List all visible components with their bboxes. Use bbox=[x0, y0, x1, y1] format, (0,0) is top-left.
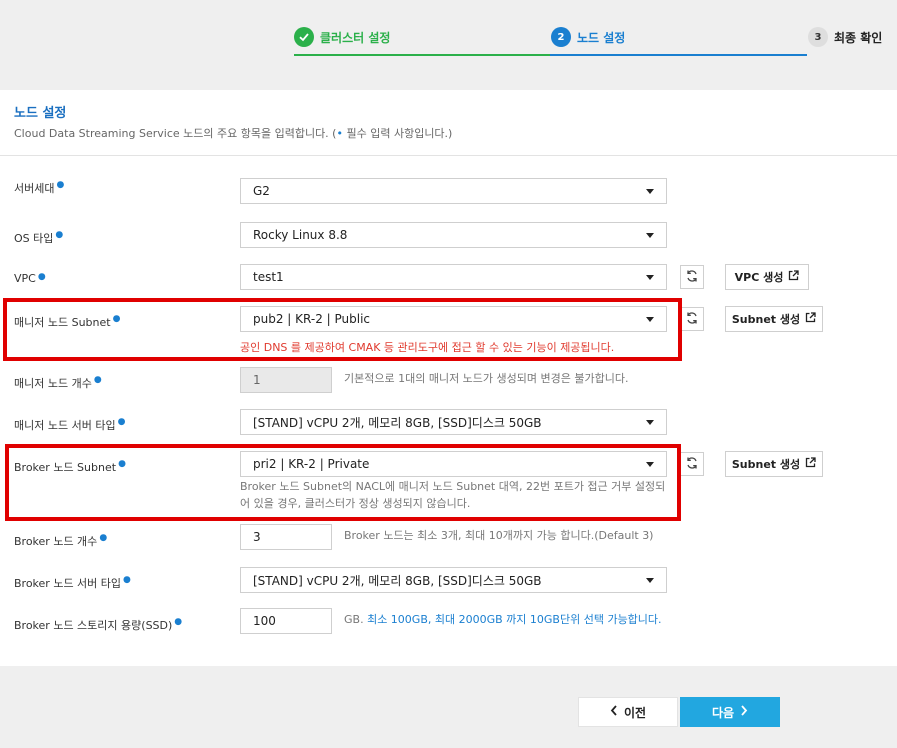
select-value: test1 bbox=[253, 270, 284, 284]
manager-count-input: 1 bbox=[240, 367, 332, 393]
caret-down-icon bbox=[646, 419, 654, 425]
manager-count-label: 매니저 노드 개수 ● bbox=[14, 375, 102, 391]
step-label: 클러스터 설정 bbox=[320, 30, 391, 45]
step-progress-done bbox=[294, 54, 550, 56]
caret-down-icon bbox=[646, 188, 654, 194]
select-value: Rocky Linux 8.8 bbox=[253, 228, 348, 242]
divider bbox=[0, 155, 897, 156]
step-cluster-settings: 클러스터 설정 bbox=[294, 27, 390, 47]
label-text: 서버세대 bbox=[14, 182, 55, 195]
caret-down-icon bbox=[646, 232, 654, 238]
os-type-select[interactable]: Rocky Linux 8.8 bbox=[240, 222, 667, 248]
check-icon bbox=[294, 27, 314, 47]
button-label: 이전 bbox=[623, 705, 647, 720]
note-range: 최소 100GB, 최대 2000GB 까지 10GB단위 선택 가능합니다. bbox=[363, 613, 662, 626]
vpc-create-button[interactable]: VPC 생성 bbox=[725, 264, 809, 290]
button-label: VPC 생성 bbox=[734, 271, 784, 284]
broker-count-note: Broker 노드는 최소 3개, 최대 10개까지 가능 합니다.(Defau… bbox=[344, 529, 654, 542]
select-value: G2 bbox=[253, 184, 270, 198]
button-label: Subnet 생성 bbox=[731, 313, 801, 326]
step-number: 3 bbox=[808, 27, 828, 47]
note-unit: GB. bbox=[344, 613, 364, 626]
label-text: OS 타입 bbox=[14, 232, 54, 245]
external-link-icon bbox=[788, 270, 800, 284]
external-link-icon bbox=[805, 312, 816, 326]
manager-server-type-select[interactable]: [STAND] vCPU 2개, 메모리 8GB, [SSD]디스크 50GB bbox=[240, 409, 667, 435]
chevron-right-icon bbox=[740, 705, 748, 719]
required-dot-icon: ● bbox=[56, 180, 65, 190]
highlight-box-broker-subnet bbox=[5, 444, 681, 521]
step-label: 최종 확인 bbox=[834, 30, 883, 45]
manager-count-note: 기본적으로 1대의 매니저 노드가 생성되며 변경은 불가합니다. bbox=[344, 372, 629, 385]
next-button[interactable]: 다음 bbox=[680, 697, 780, 727]
required-dot-icon: ● bbox=[99, 533, 108, 543]
external-link-icon bbox=[805, 457, 816, 471]
server-gen-label: 서버세대 ● bbox=[14, 180, 64, 196]
label-text: 매니저 노드 개수 bbox=[14, 377, 92, 390]
refresh-icon bbox=[685, 269, 699, 286]
broker-storage-input[interactable]: 100 bbox=[240, 608, 332, 634]
highlight-box-manager-subnet bbox=[3, 298, 682, 361]
prev-button[interactable]: 이전 bbox=[578, 697, 678, 727]
broker-subnet-refresh-button[interactable] bbox=[680, 452, 704, 476]
caret-down-icon bbox=[646, 577, 654, 583]
manager-subnet-create-button[interactable]: Subnet 생성 bbox=[725, 306, 823, 332]
manager-server-type-label: 매니저 노드 서버 타입 ● bbox=[14, 417, 125, 433]
broker-server-type-select[interactable]: [STAND] vCPU 2개, 메모리 8GB, [SSD]디스크 50GB bbox=[240, 567, 667, 593]
step-node-settings: 2 노드 설정 bbox=[551, 27, 625, 47]
refresh-icon bbox=[685, 456, 699, 473]
select-value: [STAND] vCPU 2개, 메모리 8GB, [SSD]디스크 50GB bbox=[253, 415, 542, 430]
vpc-select[interactable]: test1 bbox=[240, 264, 667, 290]
caret-down-icon bbox=[646, 274, 654, 280]
os-type-label: OS 타입 ● bbox=[14, 230, 63, 246]
button-label: 다음 bbox=[711, 705, 735, 720]
label-text: Broker 노드 스토리지 용량(SSD) bbox=[14, 619, 173, 632]
step-progress-active bbox=[550, 54, 807, 56]
step-label: 노드 설정 bbox=[577, 30, 626, 45]
stepper: 클러스터 설정 2 노드 설정 3 최종 확인 bbox=[0, 0, 897, 90]
required-dot-icon: ● bbox=[37, 272, 46, 282]
section-description: Cloud Data Streaming Service 노드의 주요 항목을 … bbox=[14, 125, 452, 141]
button-label: Subnet 생성 bbox=[731, 458, 801, 471]
step-final-confirm: 3 최종 확인 bbox=[808, 27, 882, 47]
required-dot-icon: ● bbox=[55, 230, 64, 240]
select-value: [STAND] vCPU 2개, 메모리 8GB, [SSD]디스크 50GB bbox=[253, 573, 542, 588]
section-title: 노드 설정 bbox=[14, 106, 67, 121]
chevron-left-icon bbox=[610, 705, 618, 719]
broker-storage-note: GB. 최소 100GB, 최대 2000GB 까지 10GB단위 선택 가능합… bbox=[344, 611, 662, 627]
required-dot-icon: ● bbox=[93, 375, 102, 385]
label-text: Broker 노드 서버 타입 bbox=[14, 577, 122, 590]
step-number: 2 bbox=[551, 27, 571, 47]
label-text: 매니저 노드 서버 타입 bbox=[14, 419, 116, 432]
required-dot-icon: ● bbox=[117, 417, 126, 427]
manager-subnet-refresh-button[interactable] bbox=[680, 307, 704, 331]
broker-count-input[interactable]: 3 bbox=[240, 524, 332, 550]
broker-server-type-label: Broker 노드 서버 타입 ● bbox=[14, 575, 131, 591]
server-gen-select[interactable]: G2 bbox=[240, 178, 667, 204]
required-dot-icon: ● bbox=[123, 575, 131, 585]
broker-storage-label: Broker 노드 스토리지 용량(SSD) ● bbox=[14, 617, 182, 633]
vpc-refresh-button[interactable] bbox=[680, 265, 704, 289]
refresh-icon bbox=[685, 311, 699, 328]
broker-subnet-create-button[interactable]: Subnet 생성 bbox=[725, 451, 823, 477]
vpc-label: VPC ● bbox=[14, 272, 46, 285]
label-text: VPC bbox=[14, 272, 36, 285]
broker-count-label: Broker 노드 개수 ● bbox=[14, 533, 107, 549]
desc-text: Cloud Data Streaming Service 노드의 주요 항목을 … bbox=[14, 127, 337, 140]
label-text: Broker 노드 개수 bbox=[14, 535, 98, 548]
required-dot-icon: ● bbox=[174, 617, 183, 627]
desc-text-end: 필수 입력 사항입니다.) bbox=[342, 127, 453, 140]
